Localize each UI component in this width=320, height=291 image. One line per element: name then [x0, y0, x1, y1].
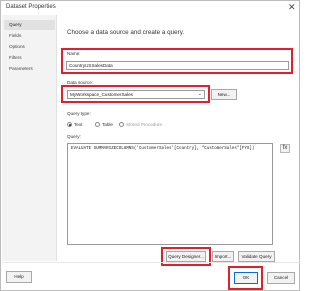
sidebar-item-options[interactable]: Options — [4, 42, 55, 52]
sidebar-item-filters[interactable]: Filters — [4, 53, 55, 63]
query-designer-button[interactable]: Query Designer... — [166, 251, 206, 262]
query-textarea[interactable]: EVALUATE SUMMARIZECOLUMNS('CustomerSales… — [67, 143, 273, 245]
radio-stored-procedure-label: Stored Procedure — [126, 122, 163, 127]
page-heading: Choose a data source and create a query. — [67, 29, 185, 36]
radio-table-label: Table — [102, 122, 113, 127]
sidebar-item-parameters[interactable]: Parameters — [4, 64, 55, 74]
dataset-properties-dialog: Dataset Properties ✕ Query Fields Option… — [0, 0, 300, 291]
querytype-label: Query type: — [67, 111, 91, 116]
sidebar: Query Fields Options Filters Parameters — [2, 15, 57, 261]
radio-text-dot — [67, 122, 72, 127]
window-title: Dataset Properties — [6, 4, 56, 10]
radio-table[interactable]: Table — [95, 122, 113, 127]
query-label: Query: — [67, 134, 81, 139]
new-datasource-button[interactable]: New... — [211, 89, 237, 100]
cancel-button[interactable]: Cancel — [267, 272, 295, 284]
ok-button[interactable]: OK — [234, 272, 258, 284]
chevron-down-icon: ⌄ — [197, 91, 202, 97]
radio-stored-procedure-dot — [119, 122, 124, 127]
sidebar-item-query[interactable]: Query — [4, 20, 55, 30]
help-button[interactable]: Help — [6, 271, 32, 283]
radio-text[interactable]: Text — [67, 122, 82, 127]
name-label: Name: — [67, 51, 81, 56]
sidebar-item-fields[interactable]: Fields — [4, 31, 55, 41]
datasource-label: Data source: — [67, 80, 94, 85]
datasource-select[interactable]: MyWorkspace_CustomerSales ⌄ — [67, 90, 205, 99]
footer-divider — [2, 262, 300, 263]
radio-stored-procedure[interactable]: Stored Procedure — [119, 122, 162, 127]
datasource-value: MyWorkspace_CustomerSales — [70, 92, 133, 97]
radio-table-dot — [95, 122, 100, 127]
radio-text-label: Text — [74, 122, 83, 127]
title-bar: Dataset Properties ✕ — [1, 1, 299, 15]
name-input[interactable]: CountryUSSalesData — [66, 61, 289, 70]
close-icon[interactable]: ✕ — [288, 2, 296, 12]
fx-icon[interactable]: fx — [280, 144, 290, 153]
validate-query-button[interactable]: Validate Query — [238, 251, 275, 262]
import-button[interactable]: Import... — [212, 251, 234, 262]
